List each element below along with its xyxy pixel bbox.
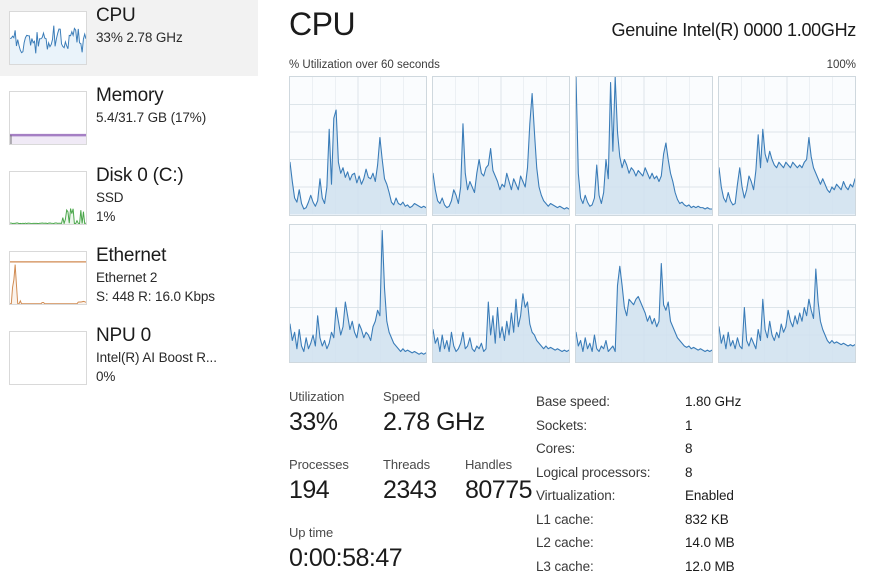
sidebar-item-title: Memory bbox=[96, 84, 280, 108]
stat-handles: Handles 80775 bbox=[465, 456, 532, 506]
spec-key: Sockets: bbox=[536, 414, 587, 438]
spec-row: L2 cache: 14.0 MB bbox=[536, 531, 856, 555]
spec-key: Base speed: bbox=[536, 390, 610, 414]
stat-threads: Threads 2343 bbox=[383, 456, 437, 506]
spec-key: Cores: bbox=[536, 437, 575, 461]
sidebar-item-detail: 1% bbox=[96, 207, 280, 226]
cpu-core-graph[interactable] bbox=[432, 224, 570, 364]
sidebar-item-subtitle: SSD bbox=[96, 188, 280, 207]
stat-processes: Processes 194 bbox=[289, 456, 349, 506]
stat-uptime-value: 0:00:58:47 bbox=[289, 542, 402, 574]
logical-processor-graph-grid[interactable] bbox=[289, 76, 856, 363]
cpu-core-graph[interactable] bbox=[575, 76, 713, 216]
spec-value: 1 bbox=[685, 414, 692, 438]
sidebar-item-npu0[interactable]: NPU 0Intel(R) AI Boost R...0% bbox=[0, 320, 258, 396]
sidebar-item-cpu[interactable]: CPU33% 2.78 GHz bbox=[0, 0, 258, 76]
cpu-model-label: Genuine Intel(R) 0000 1.00GHz bbox=[612, 18, 856, 42]
stat-utilization-value: 33% bbox=[289, 406, 344, 438]
sidebar-item-subtitle: Intel(R) AI Boost R... bbox=[96, 348, 280, 367]
resource-sidebar: CPU33% 2.78 GHzMemory5.4/31.7 GB (17%)Di… bbox=[0, 0, 280, 574]
sidebar-item-detail: 0% bbox=[96, 367, 280, 386]
stat-threads-label: Threads bbox=[383, 456, 437, 474]
sidebar-item-text: CPU33% 2.78 GHz bbox=[96, 4, 280, 47]
sidebar-item-title: CPU bbox=[96, 4, 280, 28]
cpu-core-graph[interactable] bbox=[289, 224, 427, 364]
graph-max-label: 100% bbox=[827, 58, 856, 73]
sidebar-item-disk0[interactable]: Disk 0 (C:)SSD1% bbox=[0, 160, 258, 236]
cpu-core-graph[interactable] bbox=[432, 76, 570, 216]
sidebar-item-ethernet[interactable]: EthernetEthernet 2S: 448 R: 16.0 Kbps bbox=[0, 240, 258, 316]
spec-value: 8 bbox=[685, 437, 692, 461]
sidebar-item-text: NPU 0Intel(R) AI Boost R...0% bbox=[96, 324, 280, 386]
sidebar-item-text: Disk 0 (C:)SSD1% bbox=[96, 164, 280, 226]
stat-handles-value: 80775 bbox=[465, 474, 532, 506]
page-title: CPU bbox=[289, 5, 355, 43]
stat-threads-value: 2343 bbox=[383, 474, 437, 506]
sidebar-item-text: Memory5.4/31.7 GB (17%) bbox=[96, 84, 280, 127]
sidebar-item-title: Ethernet bbox=[96, 244, 280, 268]
sidebar-thumbnail-graph bbox=[9, 251, 87, 305]
cpu-detail-pane: CPU Genuine Intel(R) 0000 1.00GHz % Util… bbox=[280, 0, 869, 574]
sidebar-thumbnail-graph bbox=[9, 171, 87, 225]
sidebar-item-title: NPU 0 bbox=[96, 324, 280, 348]
stat-processes-label: Processes bbox=[289, 456, 349, 474]
spec-value: 1.80 GHz bbox=[685, 390, 741, 414]
spec-key: Virtualization: bbox=[536, 484, 615, 508]
graph-caption: % Utilization over 60 seconds bbox=[289, 58, 440, 73]
spec-row: Base speed: 1.80 GHz bbox=[536, 390, 856, 414]
spec-row: L3 cache: 12.0 MB bbox=[536, 555, 856, 578]
sidebar-item-memory[interactable]: Memory5.4/31.7 GB (17%) bbox=[0, 80, 258, 156]
sidebar-item-title: Disk 0 (C:) bbox=[96, 164, 280, 188]
stat-utilization: Utilization 33% bbox=[289, 388, 344, 438]
stat-speed: Speed 2.78 GHz bbox=[383, 388, 485, 438]
spec-key: L2 cache: bbox=[536, 531, 594, 555]
spec-row: Virtualization: Enabled bbox=[536, 484, 856, 508]
sidebar-thumbnail-graph bbox=[9, 91, 87, 145]
stat-speed-label: Speed bbox=[383, 388, 485, 406]
stat-uptime: Up time 0:00:58:47 bbox=[289, 524, 402, 574]
sidebar-item-text: EthernetEthernet 2S: 448 R: 16.0 Kbps bbox=[96, 244, 280, 306]
spec-key: L1 cache: bbox=[536, 508, 594, 532]
cpu-spec-table: Base speed:1.80 GHzSockets:1Cores:8Logic… bbox=[536, 390, 856, 578]
sidebar-item-subtitle: 33% 2.78 GHz bbox=[96, 28, 280, 47]
sidebar-item-detail: S: 448 R: 16.0 Kbps bbox=[96, 287, 280, 306]
cpu-core-graph[interactable] bbox=[575, 224, 713, 364]
spec-row: Logical processors: 8 bbox=[536, 461, 856, 485]
sidebar-thumbnail-graph bbox=[9, 331, 87, 385]
cpu-core-graph[interactable] bbox=[718, 76, 856, 216]
spec-key: L3 cache: bbox=[536, 555, 594, 578]
cpu-core-graph[interactable] bbox=[289, 76, 427, 216]
cpu-core-graph[interactable] bbox=[718, 224, 856, 364]
sidebar-thumbnail-graph bbox=[9, 11, 87, 65]
spec-key: Logical processors: bbox=[536, 461, 650, 485]
spec-value: 832 KB bbox=[685, 508, 729, 532]
sidebar-item-subtitle: Ethernet 2 bbox=[96, 268, 280, 287]
stat-uptime-label: Up time bbox=[289, 524, 402, 542]
spec-value: Enabled bbox=[685, 484, 734, 508]
stat-handles-label: Handles bbox=[465, 456, 532, 474]
stat-utilization-label: Utilization bbox=[289, 388, 344, 406]
spec-row: Cores: 8 bbox=[536, 437, 856, 461]
sidebar-item-subtitle: 5.4/31.7 GB (17%) bbox=[96, 108, 280, 127]
spec-row: Sockets: 1 bbox=[536, 414, 856, 438]
stat-processes-value: 194 bbox=[289, 474, 349, 506]
spec-row: L1 cache: 832 KB bbox=[536, 508, 856, 532]
spec-value: 12.0 MB bbox=[685, 555, 735, 578]
stat-speed-value: 2.78 GHz bbox=[383, 406, 485, 438]
spec-value: 8 bbox=[685, 461, 692, 485]
spec-value: 14.0 MB bbox=[685, 531, 735, 555]
